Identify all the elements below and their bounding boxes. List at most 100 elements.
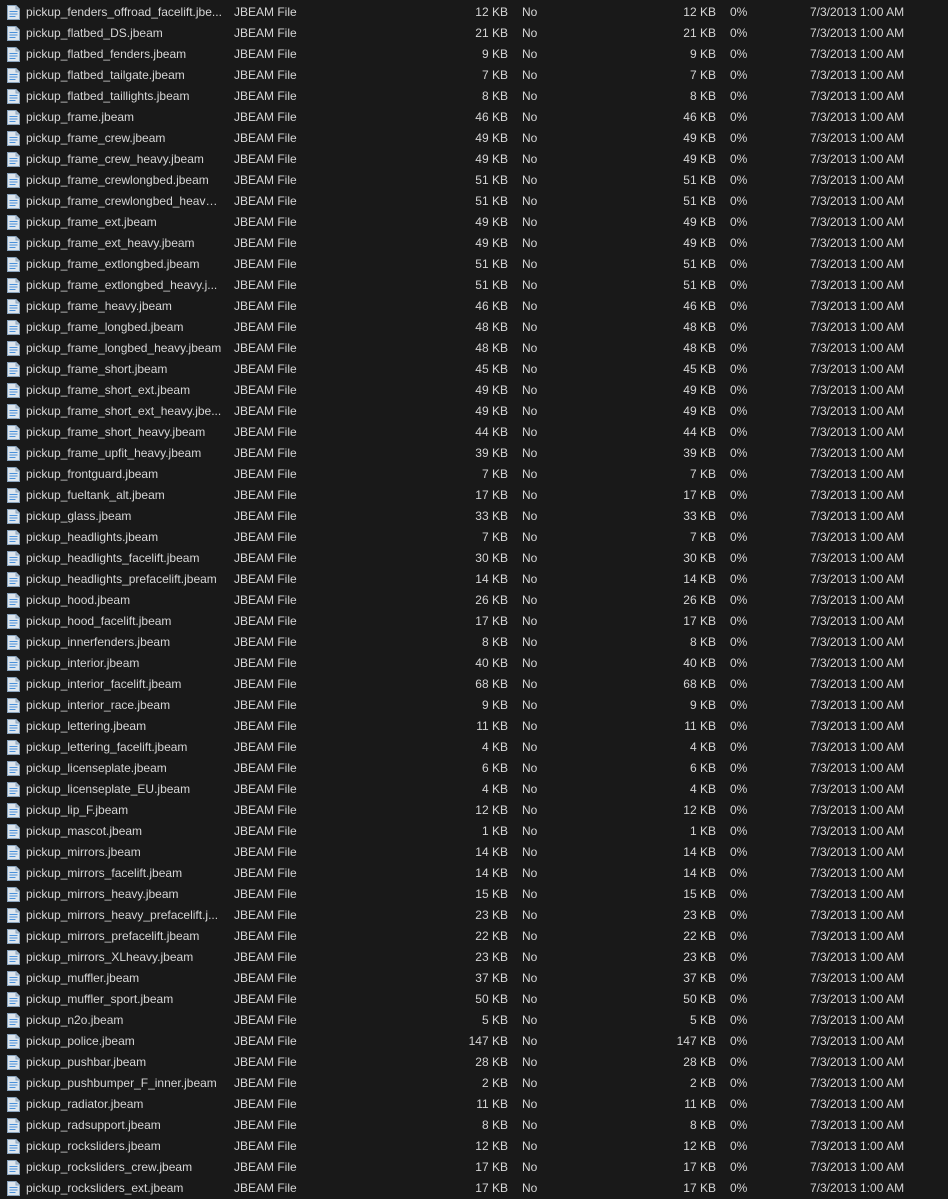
file-type: JBEAM File: [234, 194, 297, 208]
jbeam-file-icon: [7, 128, 23, 149]
file-row[interactable]: pickup_mirrors_facelift.jbeam JBEAM File…: [0, 863, 948, 884]
file-row[interactable]: pickup_frame_ext.jbeam JBEAM File 49 KB …: [0, 212, 948, 233]
file-row[interactable]: pickup_lettering.jbeam JBEAM File 11 KB …: [0, 716, 948, 737]
file-row[interactable]: pickup_frame_crew.jbeam JBEAM File 49 KB…: [0, 128, 948, 149]
file-row[interactable]: pickup_mirrors_XLheavy.jbeam JBEAM File …: [0, 947, 948, 968]
file-row[interactable]: pickup_hood.jbeam JBEAM File 26 KB No 26…: [0, 590, 948, 611]
file-ratio: 0%: [730, 761, 748, 775]
file-type: JBEAM File: [234, 278, 297, 292]
file-compressed-size: 5 KB: [689, 1013, 716, 1027]
file-row[interactable]: pickup_flatbed_DS.jbeam JBEAM File 21 KB…: [0, 23, 948, 44]
file-modified-date: 7/3/2013 1:00 AM: [810, 929, 905, 943]
file-row[interactable]: pickup_interior_race.jbeam JBEAM File 9 …: [0, 695, 948, 716]
file-modified-date: 7/3/2013 1:00 AM: [810, 1181, 905, 1195]
file-encrypted: No: [522, 1076, 538, 1090]
jbeam-file-icon: [7, 44, 23, 65]
file-type: JBEAM File: [234, 68, 297, 82]
file-compressed-size: 14 KB: [683, 866, 716, 880]
file-name: pickup_frame_ext_heavy.jbeam: [26, 236, 195, 250]
file-row[interactable]: pickup_fenders_offroad_facelift.jbe... J…: [0, 2, 948, 23]
file-ratio: 0%: [730, 1076, 748, 1090]
file-name: pickup_headlights.jbeam: [26, 530, 159, 544]
file-row[interactable]: pickup_frame_longbed_heavy.jbeam JBEAM F…: [0, 338, 948, 359]
file-ratio: 0%: [730, 1034, 748, 1048]
file-name: pickup_frame_crew_heavy.jbeam: [26, 152, 204, 166]
file-row[interactable]: pickup_muffler_sport.jbeam JBEAM File 50…: [0, 989, 948, 1010]
file-row[interactable]: pickup_frame.jbeam JBEAM File 46 KB No 4…: [0, 107, 948, 128]
jbeam-file-icon: [7, 863, 23, 884]
jbeam-file-icon: [7, 632, 23, 653]
file-row[interactable]: pickup_glass.jbeam JBEAM File 33 KB No 3…: [0, 506, 948, 527]
file-ratio: 0%: [730, 824, 748, 838]
file-row[interactable]: pickup_pushbumper_F_inner.jbeam JBEAM Fi…: [0, 1073, 948, 1094]
file-modified-date: 7/3/2013 1:00 AM: [810, 404, 905, 418]
file-ratio: 0%: [730, 467, 748, 481]
file-row[interactable]: pickup_licenseplate.jbeam JBEAM File 6 K…: [0, 758, 948, 779]
file-compressed-size: 28 KB: [683, 1055, 716, 1069]
file-row[interactable]: pickup_frame_crewlongbed_heavy.... JBEAM…: [0, 191, 948, 212]
file-row[interactable]: pickup_frame_extlongbed.jbeam JBEAM File…: [0, 254, 948, 275]
file-row[interactable]: pickup_innerfenders.jbeam JBEAM File 8 K…: [0, 632, 948, 653]
file-row[interactable]: pickup_frame_short_ext_heavy.jbe... JBEA…: [0, 401, 948, 422]
file-ratio: 0%: [730, 404, 748, 418]
file-row[interactable]: pickup_frame_short_ext.jbeam JBEAM File …: [0, 380, 948, 401]
file-row[interactable]: pickup_flatbed_tailgate.jbeam JBEAM File…: [0, 65, 948, 86]
jbeam-file-icon: [7, 611, 23, 632]
file-size: 49 KB: [475, 152, 508, 166]
file-row[interactable]: pickup_mirrors_heavy.jbeam JBEAM File 15…: [0, 884, 948, 905]
file-row[interactable]: pickup_flatbed_fenders.jbeam JBEAM File …: [0, 44, 948, 65]
file-row[interactable]: pickup_headlights.jbeam JBEAM File 7 KB …: [0, 527, 948, 548]
file-type: JBEAM File: [234, 593, 297, 607]
file-name: pickup_rocksliders_ext.jbeam: [26, 1181, 184, 1195]
file-row[interactable]: pickup_mascot.jbeam JBEAM File 1 KB No 1…: [0, 821, 948, 842]
file-row[interactable]: pickup_headlights_prefacelift.jbeam JBEA…: [0, 569, 948, 590]
file-encrypted: No: [522, 1013, 538, 1027]
file-row[interactable]: pickup_frame_short.jbeam JBEAM File 45 K…: [0, 359, 948, 380]
file-row[interactable]: pickup_rocksliders.jbeam JBEAM File 12 K…: [0, 1136, 948, 1157]
file-row[interactable]: pickup_radsupport.jbeam JBEAM File 8 KB …: [0, 1115, 948, 1136]
file-row[interactable]: pickup_hood_facelift.jbeam JBEAM File 17…: [0, 611, 948, 632]
file-row[interactable]: pickup_muffler.jbeam JBEAM File 37 KB No…: [0, 968, 948, 989]
file-size: 5 KB: [481, 1013, 508, 1027]
file-row[interactable]: pickup_frame_upfit_heavy.jbeam JBEAM Fil…: [0, 443, 948, 464]
file-row[interactable]: pickup_headlights_facelift.jbeam JBEAM F…: [0, 548, 948, 569]
file-row[interactable]: pickup_lettering_facelift.jbeam JBEAM Fi…: [0, 737, 948, 758]
file-row[interactable]: pickup_frame_extlongbed_heavy.j... JBEAM…: [0, 275, 948, 296]
file-row[interactable]: pickup_lip_F.jbeam JBEAM File 12 KB No 1…: [0, 800, 948, 821]
file-modified-date: 7/3/2013 1:00 AM: [810, 1076, 905, 1090]
file-compressed-size: 49 KB: [683, 383, 716, 397]
file-row[interactable]: pickup_frame_ext_heavy.jbeam JBEAM File …: [0, 233, 948, 254]
file-type: JBEAM File: [234, 908, 297, 922]
file-row[interactable]: pickup_frontguard.jbeam JBEAM File 7 KB …: [0, 464, 948, 485]
file-row[interactable]: pickup_frame_crew_heavy.jbeam JBEAM File…: [0, 149, 948, 170]
file-name: pickup_mirrors_facelift.jbeam: [26, 866, 183, 880]
file-row[interactable]: pickup_rocksliders_ext.jbeam JBEAM File …: [0, 1178, 948, 1199]
file-row[interactable]: pickup_frame_longbed.jbeam JBEAM File 48…: [0, 317, 948, 338]
file-type: JBEAM File: [234, 824, 297, 838]
file-type: JBEAM File: [234, 782, 297, 796]
file-row[interactable]: pickup_mirrors_prefacelift.jbeam JBEAM F…: [0, 926, 948, 947]
file-row[interactable]: pickup_rocksliders_crew.jbeam JBEAM File…: [0, 1157, 948, 1178]
file-row[interactable]: pickup_police.jbeam JBEAM File 147 KB No…: [0, 1031, 948, 1052]
file-compressed-size: 147 KB: [676, 1034, 716, 1048]
file-row[interactable]: pickup_n2o.jbeam JBEAM File 5 KB No 5 KB…: [0, 1010, 948, 1031]
jbeam-file-icon: [7, 884, 23, 905]
file-row[interactable]: pickup_frame_heavy.jbeam JBEAM File 46 K…: [0, 296, 948, 317]
file-row[interactable]: pickup_mirrors.jbeam JBEAM File 14 KB No…: [0, 842, 948, 863]
file-row[interactable]: pickup_flatbed_taillights.jbeam JBEAM Fi…: [0, 86, 948, 107]
file-row[interactable]: pickup_radiator.jbeam JBEAM File 11 KB N…: [0, 1094, 948, 1115]
file-row[interactable]: pickup_fueltank_alt.jbeam JBEAM File 17 …: [0, 485, 948, 506]
file-row[interactable]: pickup_licenseplate_EU.jbeam JBEAM File …: [0, 779, 948, 800]
file-row[interactable]: pickup_frame_crewlongbed.jbeam JBEAM Fil…: [0, 170, 948, 191]
file-modified-date: 7/3/2013 1:00 AM: [810, 173, 905, 187]
file-row[interactable]: pickup_interior_facelift.jbeam JBEAM Fil…: [0, 674, 948, 695]
file-row[interactable]: pickup_mirrors_heavy_prefacelift.j... JB…: [0, 905, 948, 926]
file-name: pickup_flatbed_taillights.jbeam: [26, 89, 190, 103]
file-row[interactable]: pickup_pushbar.jbeam JBEAM File 28 KB No…: [0, 1052, 948, 1073]
file-row[interactable]: pickup_frame_short_heavy.jbeam JBEAM Fil…: [0, 422, 948, 443]
file-compressed-size: 8 KB: [689, 635, 716, 649]
file-name: pickup_muffler.jbeam: [26, 971, 140, 985]
file-row[interactable]: pickup_interior.jbeam JBEAM File 40 KB N…: [0, 653, 948, 674]
file-encrypted: No: [522, 194, 538, 208]
file-modified-date: 7/3/2013 1:00 AM: [810, 1139, 905, 1153]
